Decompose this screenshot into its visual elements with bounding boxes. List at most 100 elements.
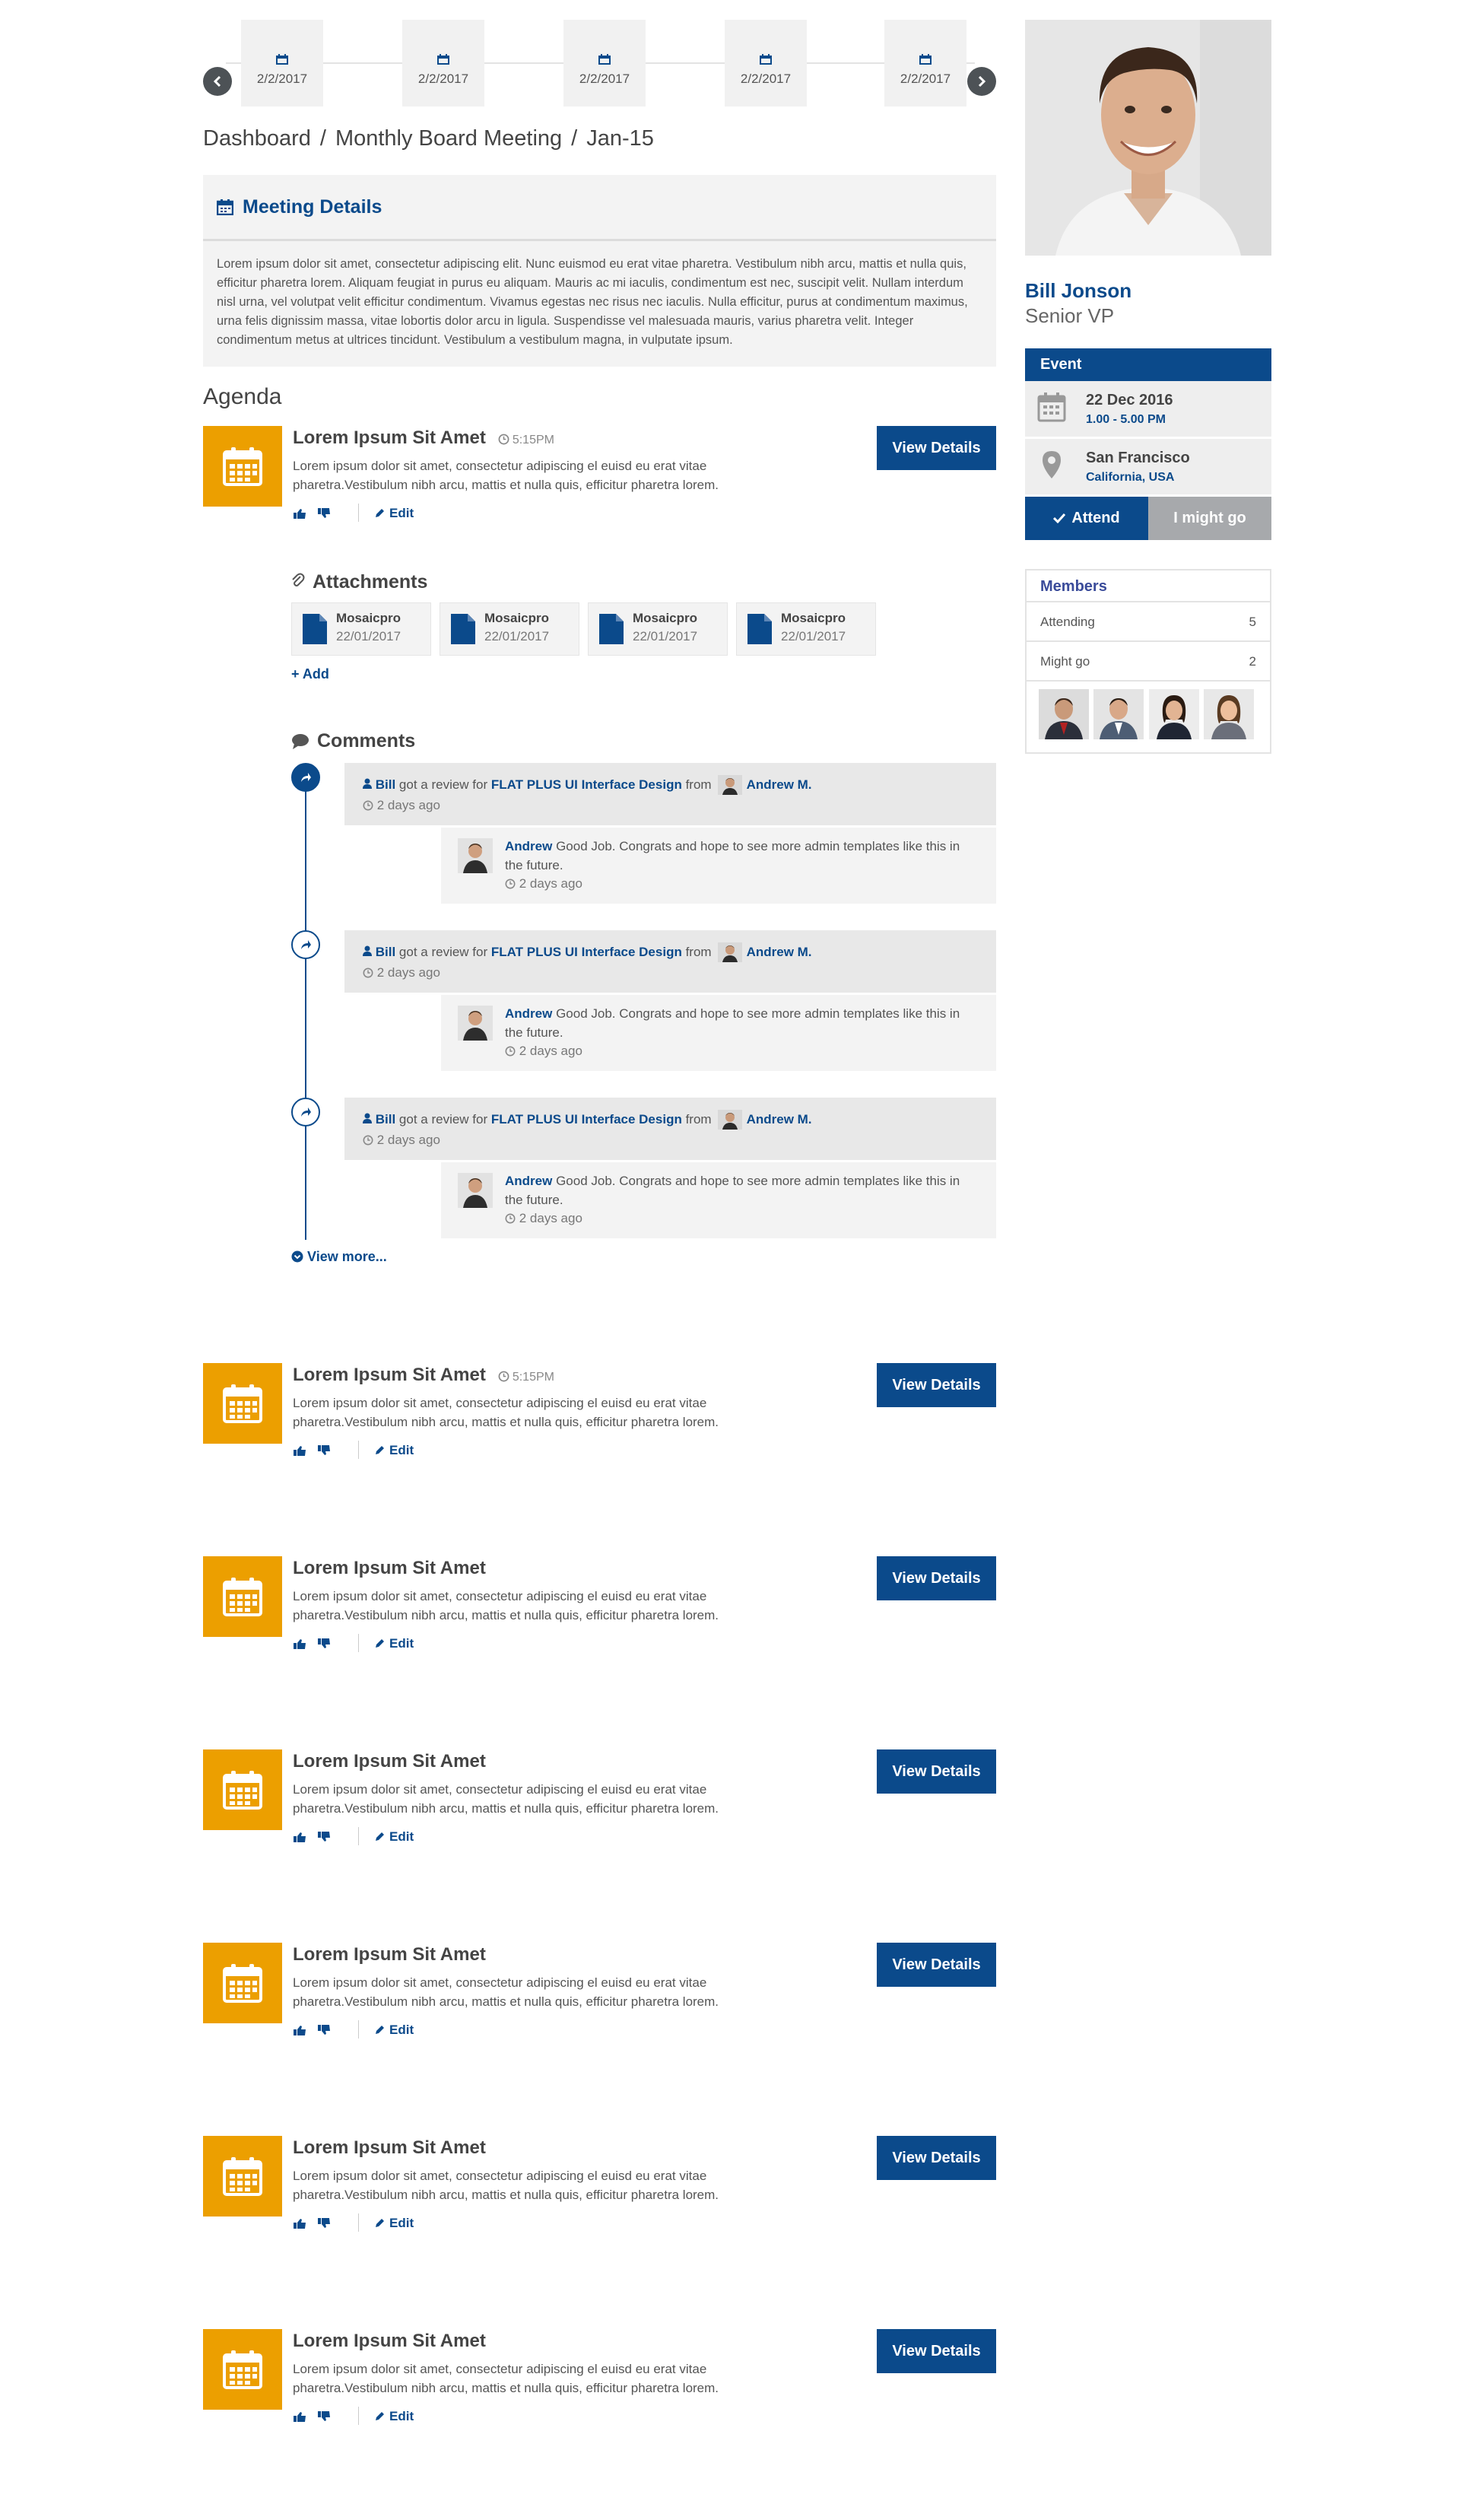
members-might-go-row[interactable]: Might go 2 xyxy=(1027,642,1270,682)
agenda-description: Lorem ipsum dolor sit amet, consectetur … xyxy=(293,1396,719,1429)
avatar[interactable] xyxy=(1204,689,1255,739)
view-details-button[interactable]: View Details xyxy=(877,2329,996,2373)
date-card[interactable]: 2/2/2017 xyxy=(884,20,966,106)
review-project[interactable]: FLAT PLUS UI Interface Design xyxy=(491,777,682,792)
avatar xyxy=(458,1006,493,1041)
review-user[interactable]: Bill xyxy=(376,945,395,959)
review-from: from xyxy=(685,945,712,959)
view-details-button[interactable]: View Details xyxy=(877,426,996,470)
members-header: Members xyxy=(1027,570,1270,602)
thumbs-down-icon[interactable] xyxy=(317,1445,331,1456)
agenda-description: Lorem ipsum dolor sit amet, consectetur … xyxy=(293,1975,719,2009)
agenda-calendar-tile xyxy=(203,2136,282,2217)
avatar[interactable] xyxy=(1093,689,1144,739)
view-details-button[interactable]: View Details xyxy=(877,1556,996,1600)
document-icon xyxy=(451,614,475,644)
avatar[interactable] xyxy=(1039,689,1089,739)
review-reviewer[interactable]: Andrew M. xyxy=(747,945,812,959)
edit-label: Edit xyxy=(389,506,414,520)
breadcrumb-meeting[interactable]: Monthly Board Meeting xyxy=(335,126,562,151)
thumbs-up-icon[interactable] xyxy=(293,1832,306,1842)
thumbs-up-icon[interactable] xyxy=(293,2025,306,2035)
thumbs-down-icon[interactable] xyxy=(317,1638,331,1649)
edit-label: Edit xyxy=(389,2216,414,2230)
reply-user[interactable]: Andrew xyxy=(505,839,552,853)
view-more-link[interactable]: View more... xyxy=(291,1249,387,1265)
agenda-description: Lorem ipsum dolor sit amet, consectetur … xyxy=(293,1589,719,1622)
action-divider xyxy=(358,1634,359,1652)
edit-link[interactable]: Edit xyxy=(374,506,414,520)
thumbs-down-icon[interactable] xyxy=(317,2025,331,2035)
review-summary: Bill got a review for FLAT PLUS UI Inter… xyxy=(363,1110,812,1130)
attachment-name: Mosaicpro xyxy=(336,611,402,625)
attachment-file[interactable]: Mosaicpro 22/01/2017 xyxy=(588,602,728,656)
view-details-button[interactable]: View Details xyxy=(877,2136,996,2180)
view-details-button[interactable]: View Details xyxy=(877,1363,996,1407)
agenda-actions: Edit xyxy=(293,504,414,522)
add-attachment-link[interactable]: + Add xyxy=(291,666,329,682)
review-user[interactable]: Bill xyxy=(376,777,395,792)
review-reviewer[interactable]: Andrew M. xyxy=(747,1112,812,1127)
clock-icon xyxy=(505,879,516,889)
date-card[interactable]: 2/2/2017 xyxy=(563,20,646,106)
reply-user[interactable]: Andrew xyxy=(505,1006,552,1021)
edit-link[interactable]: Edit xyxy=(374,1636,414,1651)
attachment-file[interactable]: Mosaicpro 22/01/2017 xyxy=(736,602,876,656)
next-date-button[interactable] xyxy=(967,67,996,96)
reply-user[interactable]: Andrew xyxy=(505,1174,552,1188)
calendar-icon xyxy=(223,2350,262,2389)
review-from: from xyxy=(685,1112,712,1127)
thumbs-up-icon[interactable] xyxy=(293,1445,306,1456)
thumbs-down-icon[interactable] xyxy=(317,508,331,519)
date-card[interactable]: 2/2/2017 xyxy=(402,20,484,106)
reply-time: 2 days ago xyxy=(505,1211,582,1226)
breadcrumb-dashboard[interactable]: Dashboard xyxy=(203,126,311,151)
calendar-icon xyxy=(216,199,234,216)
thumbs-down-icon[interactable] xyxy=(317,1832,331,1842)
review-user[interactable]: Bill xyxy=(376,1112,395,1127)
attachment-file[interactable]: Mosaicpro 22/01/2017 xyxy=(291,602,431,656)
review-time: 2 days ago xyxy=(363,965,440,980)
event-panel: Event 22 Dec 2016 1.00 - 5.00 PM San Fra… xyxy=(1025,348,1271,540)
avatar xyxy=(717,1110,742,1130)
thumbs-up-icon[interactable] xyxy=(293,2411,306,2422)
review-summary: Bill got a review for FLAT PLUS UI Inter… xyxy=(363,942,812,962)
edit-link[interactable]: Edit xyxy=(374,2216,414,2230)
share-arrow-icon xyxy=(301,1107,311,1117)
thumbs-up-icon[interactable] xyxy=(293,508,306,519)
edit-link[interactable]: Edit xyxy=(374,1443,414,1457)
date-card[interactable]: 2/2/2017 xyxy=(241,20,323,106)
might-go-button[interactable]: I might go xyxy=(1148,497,1271,540)
attend-button[interactable]: Attend xyxy=(1025,497,1148,540)
members-attending-row[interactable]: Attending 5 xyxy=(1027,602,1270,642)
avatar[interactable] xyxy=(1148,689,1199,739)
calendar-icon xyxy=(760,54,772,65)
agenda-time-text: 5:15PM xyxy=(512,1371,554,1384)
comment-reply: Andrew Good Job. Congrats and hope to se… xyxy=(441,1162,996,1238)
edit-link[interactable]: Edit xyxy=(374,2023,414,2037)
date-label: 2/2/2017 xyxy=(256,72,308,86)
add-label: Add xyxy=(302,666,329,682)
thumbs-up-icon[interactable] xyxy=(293,2218,306,2229)
date-card[interactable]: 2/2/2017 xyxy=(725,20,807,106)
review-reviewer[interactable]: Andrew M. xyxy=(747,777,812,792)
edit-link[interactable]: Edit xyxy=(374,2409,414,2423)
timeline-marker xyxy=(291,763,320,792)
review-project[interactable]: FLAT PLUS UI Interface Design xyxy=(491,945,682,959)
view-details-button[interactable]: View Details xyxy=(877,1749,996,1794)
thumbs-down-icon[interactable] xyxy=(317,2411,331,2422)
review-project[interactable]: FLAT PLUS UI Interface Design xyxy=(491,1112,682,1127)
view-details-button[interactable]: View Details xyxy=(877,1943,996,1987)
event-city: San Francisco xyxy=(1086,450,1190,466)
profile-name[interactable]: Bill Jonson xyxy=(1025,279,1132,303)
pencil-icon xyxy=(376,1832,384,1841)
agenda-item: Lorem Ipsum Sit Amet Lorem ipsum dolor s… xyxy=(203,1749,996,1848)
comment-review: Bill got a review for FLAT PLUS UI Inter… xyxy=(344,1098,996,1160)
thumbs-up-icon[interactable] xyxy=(293,1638,306,1649)
edit-label: Edit xyxy=(389,2023,414,2037)
member-avatars xyxy=(1027,682,1270,743)
edit-link[interactable]: Edit xyxy=(374,1829,414,1844)
attachment-file[interactable]: Mosaicpro 22/01/2017 xyxy=(440,602,579,656)
thumbs-down-icon[interactable] xyxy=(317,2218,331,2229)
prev-date-button[interactable] xyxy=(203,67,232,96)
